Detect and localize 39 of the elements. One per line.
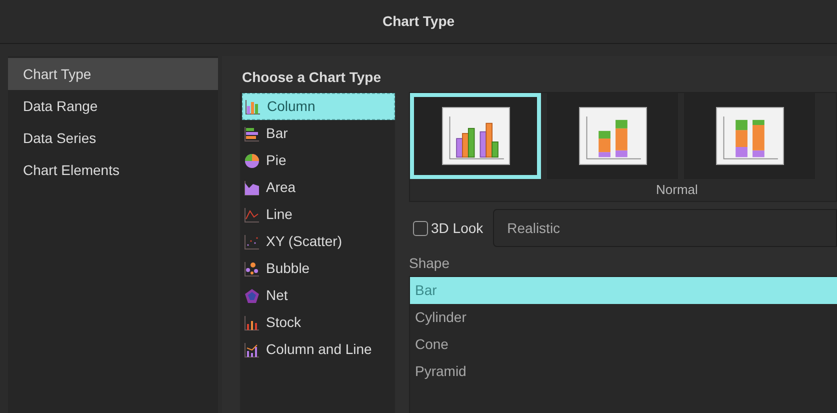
shape-label: Shape xyxy=(409,254,450,273)
clustered-column-chart-icon xyxy=(442,107,510,165)
stacked-column-chart-icon xyxy=(578,107,646,165)
section-heading: Choose a Chart Type xyxy=(241,68,382,87)
window-title: Chart Type xyxy=(382,12,455,31)
percent-column-chart-icon xyxy=(716,107,784,165)
sidebar-item[interactable]: Chart Elements xyxy=(8,154,218,186)
sidebar-item[interactable]: Chart Type xyxy=(8,58,218,90)
chart-kind-option[interactable]: Bubble xyxy=(242,255,395,282)
chart-kind-option[interactable]: Bar xyxy=(242,120,395,147)
chart-kind-option[interactable]: Net xyxy=(242,282,395,309)
sidebar-item[interactable]: Data Series xyxy=(8,122,218,154)
combo-chart-icon xyxy=(244,342,260,358)
chart-variant-tile[interactable] xyxy=(547,93,678,179)
chart-variant-tile[interactable] xyxy=(684,93,815,179)
bar-chart-icon xyxy=(244,126,260,142)
chart-kind-option[interactable]: Column and Line xyxy=(242,336,395,363)
chart-kind-option[interactable]: Area xyxy=(242,174,395,201)
stock-chart-icon xyxy=(244,314,260,330)
chart-kind-option[interactable]: Line xyxy=(242,201,395,228)
bubble-chart-icon xyxy=(244,260,260,276)
scatter-chart-icon xyxy=(244,234,260,250)
pie-chart-icon xyxy=(244,152,260,168)
area-chart-icon xyxy=(244,180,260,196)
chart-kind-option[interactable]: XY (Scatter) xyxy=(242,228,395,255)
chart-kind-option[interactable]: Pie xyxy=(242,147,395,174)
column-chart-icon xyxy=(245,98,261,114)
shape-option[interactable]: Cylinder xyxy=(410,304,837,331)
net-chart-icon xyxy=(244,288,260,304)
chart-kind-option[interactable]: Column xyxy=(242,93,395,120)
shape-option[interactable]: Pyramid xyxy=(410,358,837,385)
variant-label: Normal xyxy=(656,181,698,200)
line-chart-icon xyxy=(244,206,260,222)
sidebar-item[interactable]: Data Range xyxy=(8,90,218,122)
shape-option[interactable]: Cone xyxy=(410,331,837,358)
chart-kind-option[interactable]: Stock xyxy=(242,309,395,336)
realism-dropdown[interactable]: Realistic xyxy=(493,209,837,247)
3d-look-checkbox[interactable]: 3D Look xyxy=(409,218,484,238)
chart-variant-tile[interactable] xyxy=(410,93,541,179)
